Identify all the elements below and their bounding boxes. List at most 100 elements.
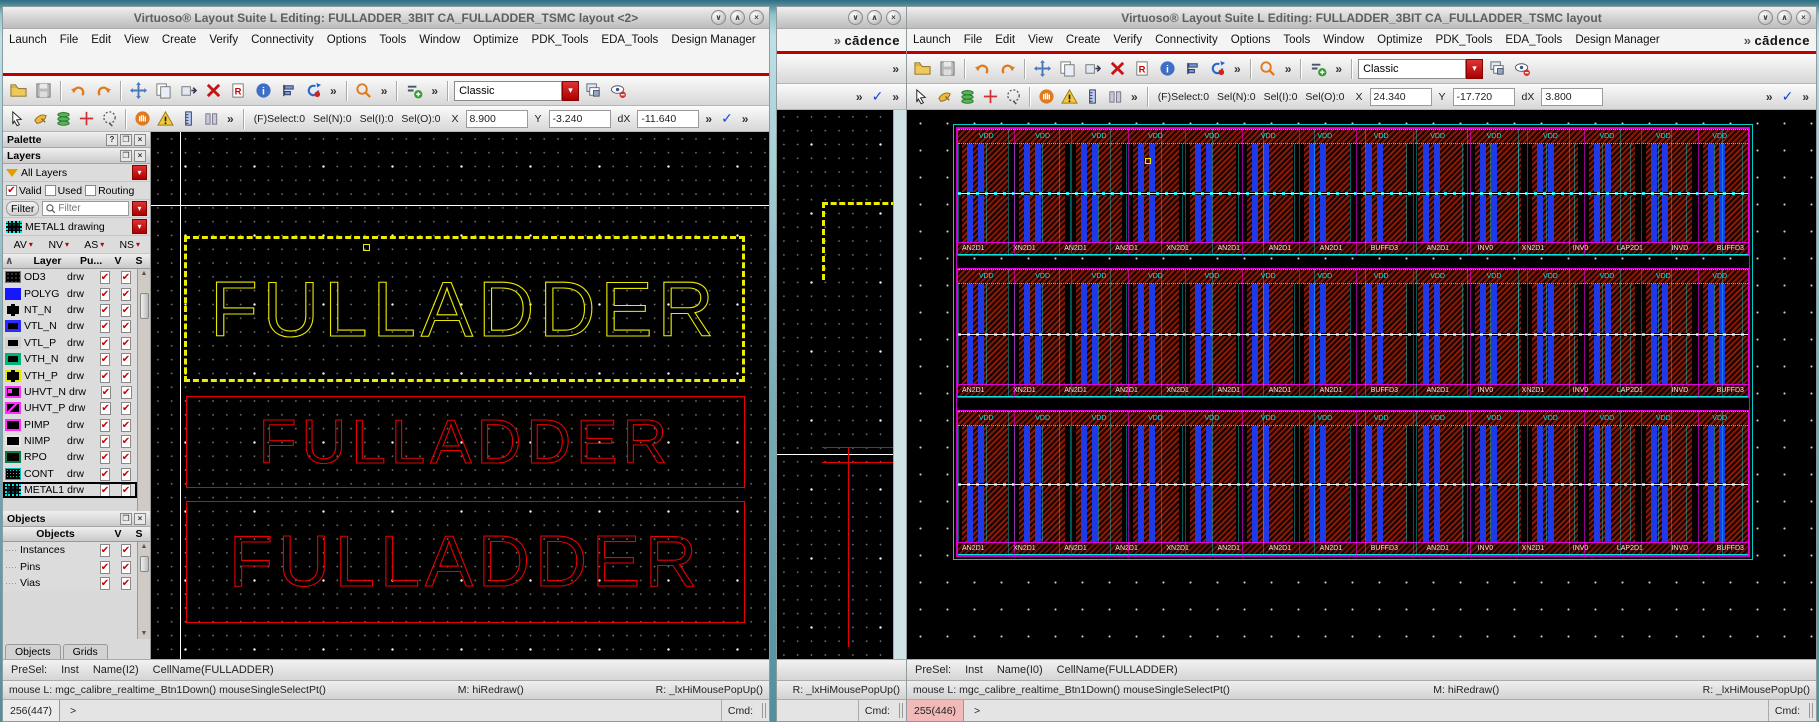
- visible-checkbox-icon[interactable]: ✔: [99, 451, 111, 465]
- selectable-checkbox-icon[interactable]: ✔: [120, 484, 132, 498]
- layer-tap-icon[interactable]: [53, 109, 73, 129]
- col-visible[interactable]: V: [109, 528, 127, 540]
- copy-icon[interactable]: [152, 80, 174, 102]
- chevron-down-icon[interactable]: ▾: [132, 165, 147, 180]
- layer-row[interactable]: NIMP drw ✔ ✔: [3, 432, 137, 450]
- ruler-icon[interactable]: [178, 109, 198, 129]
- undo-icon[interactable]: [971, 58, 993, 80]
- active-layer-combo[interactable]: METAL1 drawing ▾: [3, 218, 150, 236]
- filter-searchbox[interactable]: [42, 201, 129, 216]
- overflow-chevron-icon[interactable]: »: [702, 112, 715, 126]
- layer-row[interactable]: RPO drw ✔ ✔: [3, 449, 137, 466]
- palette-tab[interactable]: Grids: [62, 644, 108, 659]
- stop-icon[interactable]: [1036, 87, 1056, 107]
- save-workspace-icon[interactable]: [1486, 58, 1508, 80]
- label-prboundary[interactable]: FULLADDER: [186, 396, 745, 488]
- layer-row[interactable]: UHVT_N drw ✔ ✔: [3, 383, 137, 401]
- menu-item[interactable]: Window: [1323, 34, 1364, 46]
- warning-icon[interactable]: [155, 109, 175, 129]
- overflow-chevron-icon[interactable]: »: [739, 112, 752, 126]
- help-icon[interactable]: ?: [106, 133, 118, 146]
- selectable-checkbox-icon[interactable]: ✔: [120, 560, 132, 574]
- workspace-combo[interactable]: Classic ▾: [454, 80, 580, 101]
- menu-item[interactable]: Window: [419, 34, 460, 46]
- properties-icon[interactable]: [227, 80, 249, 102]
- menu-item[interactable]: EDA_Tools: [601, 34, 658, 46]
- resize-grip[interactable]: [762, 703, 766, 718]
- validity-check[interactable]: Used: [44, 185, 82, 197]
- object-row[interactable]: ···· Instances ✔ ✔: [3, 542, 137, 559]
- lasso-select-icon[interactable]: [99, 109, 119, 129]
- hide-toolbars-icon[interactable]: [607, 80, 629, 102]
- checkbox-icon[interactable]: [44, 185, 56, 196]
- visible-checkbox-icon[interactable]: ✔: [99, 435, 111, 449]
- visibility-control[interactable]: NV ▾: [42, 239, 77, 251]
- menu-item[interactable]: Optimize: [473, 34, 518, 46]
- close-icon[interactable]: ×: [1796, 10, 1811, 25]
- col-selectable[interactable]: S: [130, 528, 148, 540]
- selectable-checkbox-icon[interactable]: ✔: [120, 435, 132, 449]
- redo-icon[interactable]: [996, 58, 1018, 80]
- label-text[interactable]: FULLADDER: [228, 521, 702, 603]
- layer-row[interactable]: METAL1 drw ✔ ✔: [3, 482, 137, 499]
- open-icon[interactable]: [7, 80, 29, 102]
- maximize-icon[interactable]: ∧: [1777, 10, 1792, 25]
- overflow-chevron-icon[interactable]: »: [1231, 62, 1244, 76]
- visible-checkbox-icon[interactable]: ✔: [100, 402, 111, 416]
- close-icon[interactable]: ×: [134, 133, 146, 146]
- menu-item[interactable]: View: [1028, 34, 1053, 46]
- overflow-chevron-icon[interactable]: »: [889, 62, 902, 76]
- apply-check-icon[interactable]: ✓: [869, 88, 887, 105]
- properties-icon[interactable]: [1131, 58, 1153, 80]
- overflow-chevron-icon[interactable]: »: [889, 90, 902, 104]
- visible-checkbox-icon[interactable]: ✔: [99, 484, 111, 498]
- layer-tap-icon[interactable]: [957, 87, 977, 107]
- info-icon[interactable]: [252, 80, 274, 102]
- chevron-down-icon[interactable]: ▾: [132, 219, 147, 234]
- warning-icon[interactable]: [1059, 87, 1079, 107]
- label-prboundary[interactable]: FULLADDER: [186, 501, 745, 623]
- menu-item[interactable]: Verify: [1113, 34, 1142, 46]
- connectivity-icon[interactable]: [1307, 58, 1329, 80]
- menu-item[interactable]: PDK_Tools: [532, 34, 589, 46]
- stretch-icon[interactable]: [1081, 58, 1103, 80]
- layer-row[interactable]: VTL_N drw ✔ ✔: [3, 318, 137, 335]
- stdcell-row[interactable]: VDD VDD VDD VDD VDD VDD VDD VDD VDD VDD VDD VDD VDD V…: [957, 410, 1749, 556]
- layout-canvas-left[interactable]: FULLADDER FULLADDER FULLADDER: [151, 132, 769, 659]
- delete-icon[interactable]: [1106, 58, 1128, 80]
- stdcell-row[interactable]: VDD VDD VDD VDD VDD VDD VDD VDD VDD VDD VDD VDD VDD V…: [957, 128, 1749, 256]
- chevron-down-icon[interactable]: ▾: [1466, 58, 1484, 79]
- layer-row[interactable]: NT_N drw ✔ ✔: [3, 301, 137, 319]
- selectable-checkbox-icon[interactable]: ✔: [120, 320, 132, 334]
- open-icon[interactable]: [911, 58, 933, 80]
- menu-item[interactable]: Optimize: [1377, 34, 1422, 46]
- checkbox-icon[interactable]: [85, 185, 97, 196]
- create-pin-icon[interactable]: [980, 87, 1000, 107]
- minimize-icon[interactable]: ∨: [1758, 10, 1773, 25]
- visible-checkbox-icon[interactable]: ✔: [99, 576, 111, 590]
- menu-item[interactable]: Create: [162, 34, 197, 46]
- selectable-checkbox-icon[interactable]: ✔: [121, 385, 132, 399]
- menu-item[interactable]: File: [60, 34, 79, 46]
- objects-header[interactable]: Objects ❐ ×: [3, 511, 150, 527]
- layout-canvas-right[interactable]: VDD VDD VDD VDD VDD VDD VDD VDD VDD VDD VDD VDD VDD V…: [907, 110, 1816, 659]
- close-icon[interactable]: ×: [134, 149, 146, 162]
- stretch-icon[interactable]: [177, 80, 199, 102]
- visible-checkbox-icon[interactable]: ✔: [99, 353, 111, 367]
- sort-icon[interactable]: ∧: [5, 255, 15, 267]
- selectable-checkbox-icon[interactable]: ✔: [120, 353, 132, 367]
- zoom-icon[interactable]: [353, 80, 375, 102]
- label-text-selected[interactable]: FULLADDER: [210, 264, 719, 355]
- chevron-down-icon[interactable]: ▾: [29, 240, 33, 249]
- apply-check-icon[interactable]: ✓: [1779, 88, 1797, 105]
- visible-checkbox-icon[interactable]: ✔: [99, 271, 111, 285]
- create-pin-icon[interactable]: [76, 109, 96, 129]
- menu-item[interactable]: Connectivity: [1155, 34, 1218, 46]
- visible-checkbox-icon[interactable]: ✔: [99, 303, 111, 317]
- layers-header[interactable]: Layers ❐ ×: [3, 148, 150, 164]
- selectable-checkbox-icon[interactable]: ✔: [120, 336, 132, 350]
- chevron-down-icon[interactable]: ▾: [562, 80, 580, 101]
- visible-checkbox-icon[interactable]: ✔: [99, 369, 111, 383]
- close-icon[interactable]: ×: [134, 512, 146, 525]
- mid-titlebar[interactable]: ∨ ∧ ×: [777, 7, 906, 29]
